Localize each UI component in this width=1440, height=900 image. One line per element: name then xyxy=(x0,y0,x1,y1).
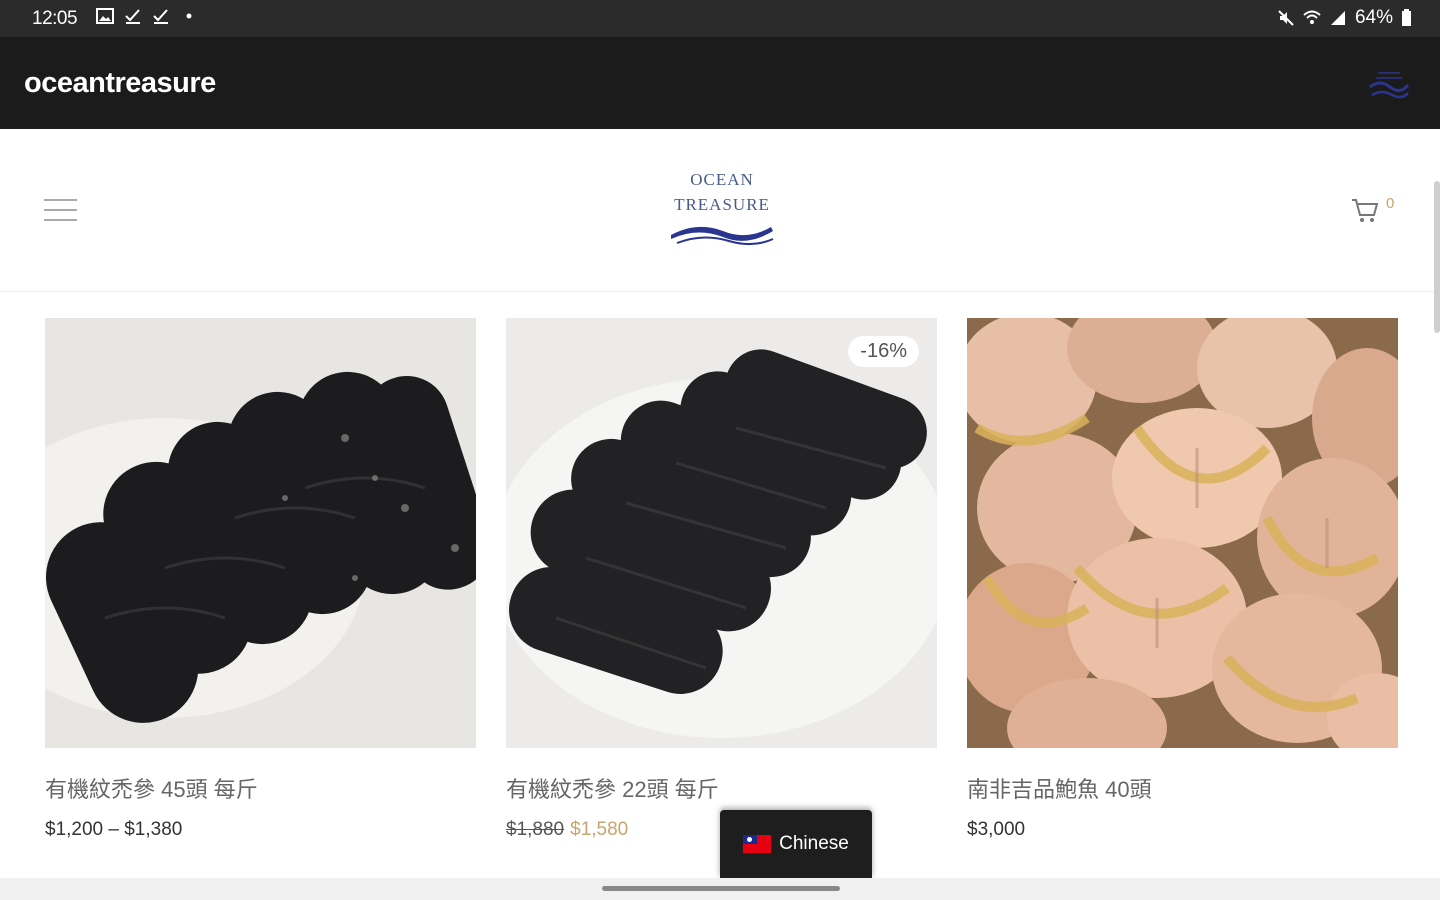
check-icon xyxy=(125,9,140,24)
product-card: 南非吉品鮑魚 40頭 $3,000 xyxy=(967,318,1398,840)
cart-button[interactable]: 0 xyxy=(1350,195,1398,227)
battery-icon xyxy=(1402,9,1411,26)
site-logo[interactable]: OCEAN TREASURE xyxy=(660,167,784,257)
site-header: OCEAN TREASURE 0 xyxy=(0,129,1440,292)
product-name[interactable]: 南非吉品鮑魚 40頭 xyxy=(967,772,1152,804)
menu-bar xyxy=(44,199,77,201)
product-image-abalone[interactable] xyxy=(967,318,1398,748)
product-image-sea-cucumber[interactable]: -16% xyxy=(506,318,937,748)
signal-icon xyxy=(1330,11,1345,25)
product-name[interactable]: 有機紋禿參 45頭 每斤 xyxy=(45,772,258,804)
product-card: 有機紋禿參 45頭 每斤 $1,200 – $1,380 xyxy=(45,318,476,840)
discount-badge: -16% xyxy=(848,336,919,367)
mute-icon xyxy=(1278,10,1294,26)
image-icon xyxy=(96,8,114,24)
product-price: $1,200 – $1,380 xyxy=(45,819,183,840)
logo-text-treasure: TREASURE xyxy=(674,195,770,214)
cart-icon xyxy=(1352,199,1379,222)
status-time: 12:05 xyxy=(32,8,78,29)
battery-percent: 64% xyxy=(1354,7,1393,28)
abalone-photo xyxy=(967,318,1398,748)
logo-text-ocean: OCEAN xyxy=(690,170,754,189)
wave-logo-icon xyxy=(1369,72,1410,99)
logo-wave-icon xyxy=(671,226,774,245)
product-card: -16% 有機紋禿參 22頭 每斤 $1,880 $1,580 xyxy=(506,318,937,840)
wifi-icon xyxy=(1303,10,1321,24)
status-bar: 12:05 64% xyxy=(0,0,1440,37)
app-title: oceantreasure xyxy=(24,67,216,99)
product-name[interactable]: 有機紋禿參 22頭 每斤 xyxy=(506,772,719,804)
home-indicator[interactable] xyxy=(602,886,840,891)
sea-cucumber-photo xyxy=(45,318,476,748)
product-price: $1,880 $1,580 xyxy=(506,819,628,841)
language-label: Chinese xyxy=(779,833,849,854)
sea-cucumber-photo xyxy=(506,318,937,748)
scrollbar[interactable] xyxy=(1434,181,1440,333)
taiwan-flag-icon xyxy=(743,835,772,853)
cart-count-badge: 0 xyxy=(1386,195,1395,212)
product-image-sea-cucumber[interactable] xyxy=(45,318,476,748)
dot-icon xyxy=(186,13,192,19)
app-bar: oceantreasure xyxy=(0,37,1440,129)
menu-bar xyxy=(44,209,77,211)
sale-price: $1,580 xyxy=(570,819,629,840)
menu-button[interactable] xyxy=(44,199,77,223)
check-icon xyxy=(153,9,168,24)
original-price: $1,880 xyxy=(506,819,565,840)
language-switcher-button[interactable]: Chinese xyxy=(720,810,872,878)
notification-icons xyxy=(96,7,198,25)
product-price: $3,000 xyxy=(967,819,1026,840)
system-icons: 64% xyxy=(1277,7,1412,29)
menu-bar xyxy=(44,219,77,221)
